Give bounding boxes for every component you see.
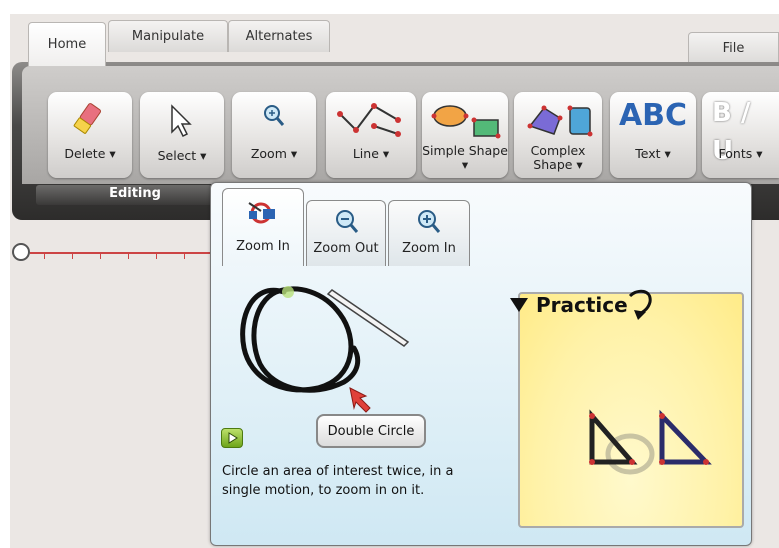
line-icon (326, 100, 416, 140)
practice-triangles-illustration (589, 409, 712, 475)
zoom-button[interactable]: Zoom ▾ (232, 92, 316, 178)
slider-tick (156, 253, 157, 259)
line-button[interactable]: Line ▾ (326, 92, 416, 178)
editing-group-label: Editing (109, 186, 161, 201)
popup-tab-label: Zoom In (236, 239, 290, 254)
eraser-icon (48, 100, 132, 140)
abc-text-icon: ABC (618, 98, 688, 133)
double-circle-gesture-illustration (240, 286, 410, 393)
popup-tab-zoom-out[interactable]: Zoom Out (306, 200, 386, 266)
popup-tab-label: Zoom Out (313, 241, 379, 256)
tab-file-label: File (722, 41, 745, 56)
tab-home[interactable]: Home (28, 22, 106, 66)
simple-shape-label: Simple Shape ▾ (422, 143, 508, 172)
slider-tick (100, 253, 101, 259)
tab-file[interactable]: File (688, 32, 779, 64)
red-arrow-icon (349, 387, 371, 413)
slider-track[interactable] (30, 252, 210, 254)
slider-tick (72, 253, 73, 259)
double-circle-button[interactable]: Double Circle (316, 414, 426, 448)
complex-shape-icon (514, 100, 602, 140)
popup-tab-label: Zoom In (402, 241, 456, 256)
magnifier-icon (232, 100, 316, 140)
zoom-in-icon (389, 207, 469, 235)
select-label: Select ▾ (157, 148, 207, 163)
slider-tick (44, 253, 45, 259)
complex-shape-label: Complex Shape ▾ (530, 143, 586, 172)
slider-knob[interactable] (12, 243, 30, 261)
tab-alternates[interactable]: Alternates (228, 20, 330, 52)
text-button[interactable]: ABC Text ▾ (610, 92, 696, 178)
zoom-label: Zoom ▾ (250, 146, 298, 161)
play-button[interactable] (221, 428, 243, 448)
delete-button[interactable]: Delete ▾ (48, 92, 132, 178)
text-label: Text ▾ (635, 146, 671, 161)
double-circle-label: Double Circle (327, 423, 415, 439)
zoom-in-gesture-icon (223, 199, 303, 227)
tab-alternates-label: Alternates (245, 29, 313, 44)
gesture-description: Circle an area of interest twice, in a s… (222, 464, 454, 498)
fonts-icon: B / U (712, 98, 751, 166)
fonts-label: Fonts ▾ (718, 146, 763, 161)
slider-tick (184, 253, 185, 259)
line-label: Line ▾ (352, 146, 390, 161)
practice-title: Practice (536, 293, 628, 317)
tab-manipulate[interactable]: Manipulate (108, 20, 228, 52)
select-button[interactable]: Select ▾ (140, 92, 224, 178)
fonts-button[interactable]: B / U Fonts ▾ (702, 92, 779, 178)
slider-tick (128, 253, 129, 259)
complex-shape-button[interactable]: Complex Shape ▾ (514, 92, 602, 178)
delete-label: Delete ▾ (64, 146, 116, 161)
cursor-icon (140, 100, 224, 140)
tab-home-label: Home (47, 37, 87, 52)
tab-manipulate-label: Manipulate (131, 29, 205, 44)
collapse-triangle-icon[interactable] (508, 296, 530, 316)
popup-tab-zoom-in-gesture[interactable]: Zoom In (222, 188, 304, 266)
zoom-out-icon (307, 207, 385, 235)
simple-shape-icon (422, 100, 508, 140)
popup-tab-zoom-in[interactable]: Zoom In (388, 200, 470, 266)
simple-shape-button[interactable]: Simple Shape ▾ (422, 92, 508, 178)
play-icon (228, 432, 238, 444)
refresh-arrow-icon[interactable] (624, 286, 658, 320)
